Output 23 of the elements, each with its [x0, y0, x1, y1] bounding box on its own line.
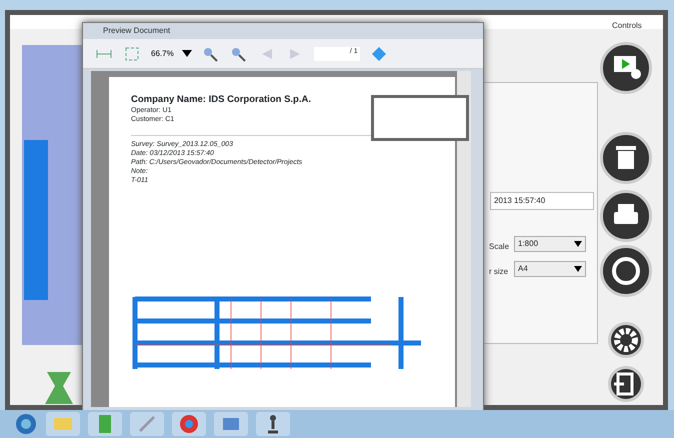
hourglass-icon[interactable] — [44, 370, 74, 406]
panel-label: Controls — [612, 20, 642, 32]
date-field[interactable]: 2013 15:57:40 — [490, 192, 594, 210]
document-icon[interactable] — [88, 412, 122, 436]
pen-icon[interactable] — [130, 412, 164, 436]
field-label: r size — [489, 266, 508, 278]
diamond-icon[interactable] — [370, 46, 388, 62]
zoom-in-icon[interactable] — [230, 46, 248, 62]
zoom-dropdown[interactable]: 66.7% — [151, 48, 192, 60]
figure-icon[interactable] — [256, 412, 290, 436]
browser-icon[interactable] — [172, 412, 206, 436]
caret-icon — [574, 241, 582, 247]
caret-icon — [574, 266, 582, 272]
dialog-title: Preview Document — [103, 25, 170, 37]
scale-dropdown[interactable]: 1:800 — [514, 236, 586, 252]
caret-icon — [182, 50, 192, 57]
company-name: Company Name: IDS Corporation S.p.A. — [131, 93, 312, 107]
window-icon[interactable] — [214, 412, 248, 436]
fit-page-icon[interactable] — [123, 46, 141, 62]
paper-dropdown[interactable]: A4 — [514, 261, 586, 277]
start-icon[interactable] — [14, 412, 38, 436]
zoom-out-icon[interactable] — [202, 46, 220, 62]
field-label: Scale — [489, 241, 510, 253]
